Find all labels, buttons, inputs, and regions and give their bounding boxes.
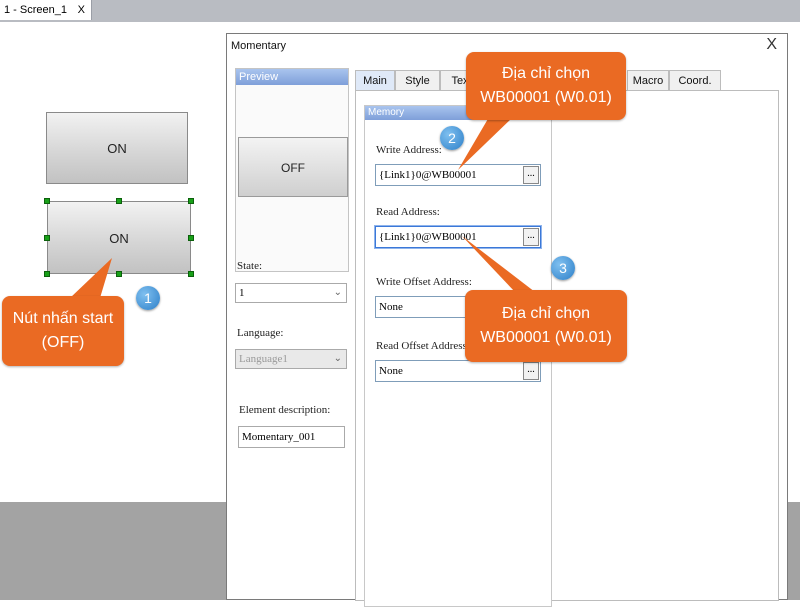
tab-macro[interactable]: Macro <box>627 70 669 90</box>
callout-write-address: Địa chỉ chọn WB00001 (W0.01) <box>466 52 626 120</box>
state-label: State: <box>237 260 263 272</box>
tab-style-label: Style <box>405 75 430 87</box>
close-icon[interactable]: X <box>766 36 777 54</box>
write-address-value: {Link1}0@WB00001 <box>379 169 477 181</box>
preview-panel: Preview OFF <box>235 68 349 272</box>
write-address-label: Write Address: <box>376 144 442 156</box>
resize-handle-se[interactable] <box>188 271 194 277</box>
state-select[interactable]: 1 ⌄ <box>235 283 347 303</box>
tab-main[interactable]: Main <box>355 70 395 90</box>
callout-write-text: Địa chỉ chọn WB00001 (W0.01) <box>480 65 612 106</box>
resize-handle-w[interactable] <box>44 235 50 241</box>
write-offset-value: None <box>379 301 403 313</box>
step-badge-1: 1 <box>136 286 160 310</box>
selected-momentary-button[interactable]: ON <box>47 201 191 274</box>
read-offset-browse-button[interactable]: ... <box>523 362 539 380</box>
chevron-down-icon: ⌄ <box>333 287 342 298</box>
write-address-input[interactable]: {Link1}0@WB00001 ... <box>375 164 541 186</box>
resize-handle-sw[interactable] <box>44 271 50 277</box>
language-label: Language: <box>237 327 284 339</box>
resize-handle-n[interactable] <box>116 198 122 204</box>
resize-handle-ne[interactable] <box>188 198 194 204</box>
document-tab-strip: 1 - Screen_1 X <box>0 0 800 22</box>
screen-tab-label: 1 - Screen_1 <box>4 4 67 16</box>
resize-handle-nw[interactable] <box>44 198 50 204</box>
resize-handle-e[interactable] <box>188 235 194 241</box>
callout-read-address: Địa chỉ chọn WB00001 (W0.01) <box>465 290 627 362</box>
read-address-browse-button[interactable]: ... <box>523 228 539 246</box>
hmi-on-button[interactable]: ON <box>46 112 188 184</box>
chevron-down-icon: ⌄ <box>333 353 342 364</box>
tab-coord[interactable]: Coord. <box>669 70 721 90</box>
element-description-input[interactable]: Momentary_001 <box>238 426 345 448</box>
read-offset-input[interactable]: None ... <box>375 360 541 382</box>
language-select[interactable]: Language1 ⌄ <box>235 349 347 369</box>
tab-style[interactable]: Style <box>395 70 440 90</box>
element-description-label: Element description: <box>239 404 331 416</box>
read-address-value: {Link1}0@WB00001 <box>379 231 477 243</box>
language-value: Language1 <box>239 353 288 365</box>
state-value: 1 <box>239 287 245 299</box>
tab-coord-label: Coord. <box>678 75 712 87</box>
read-offset-value: None <box>379 365 403 377</box>
callout-read-text: Địa chỉ chọn WB00001 (W0.01) <box>480 305 612 346</box>
preview-button-label: OFF <box>281 161 305 175</box>
close-tab-icon[interactable]: X <box>78 0 85 20</box>
preview-header: Preview <box>236 69 348 85</box>
write-offset-label: Write Offset Address: <box>376 276 472 288</box>
callout-start-button: Nút nhấn start (OFF) <box>2 296 124 366</box>
write-address-browse-button[interactable]: ... <box>523 166 539 184</box>
read-address-input[interactable]: {Link1}0@WB00001 ... <box>375 226 541 248</box>
hmi-on-button-label: ON <box>107 141 127 156</box>
step-badge-2: 2 <box>440 126 464 150</box>
screen-tab[interactable]: 1 - Screen_1 X <box>0 0 92 20</box>
callout-start-text: Nút nhấn start (OFF) <box>12 310 114 351</box>
dialog-title: Momentary <box>231 40 287 52</box>
tab-main-label: Main <box>363 75 387 87</box>
resize-handle-s[interactable] <box>116 271 122 277</box>
step-badge-3: 3 <box>551 256 575 280</box>
read-address-label: Read Address: <box>376 206 440 218</box>
read-offset-label: Read Offset Address: <box>376 340 470 352</box>
tab-macro-label: Macro <box>632 75 664 87</box>
element-description-value: Momentary_001 <box>242 431 316 443</box>
preview-button: OFF <box>238 137 348 197</box>
selected-button-label: ON <box>109 231 129 246</box>
